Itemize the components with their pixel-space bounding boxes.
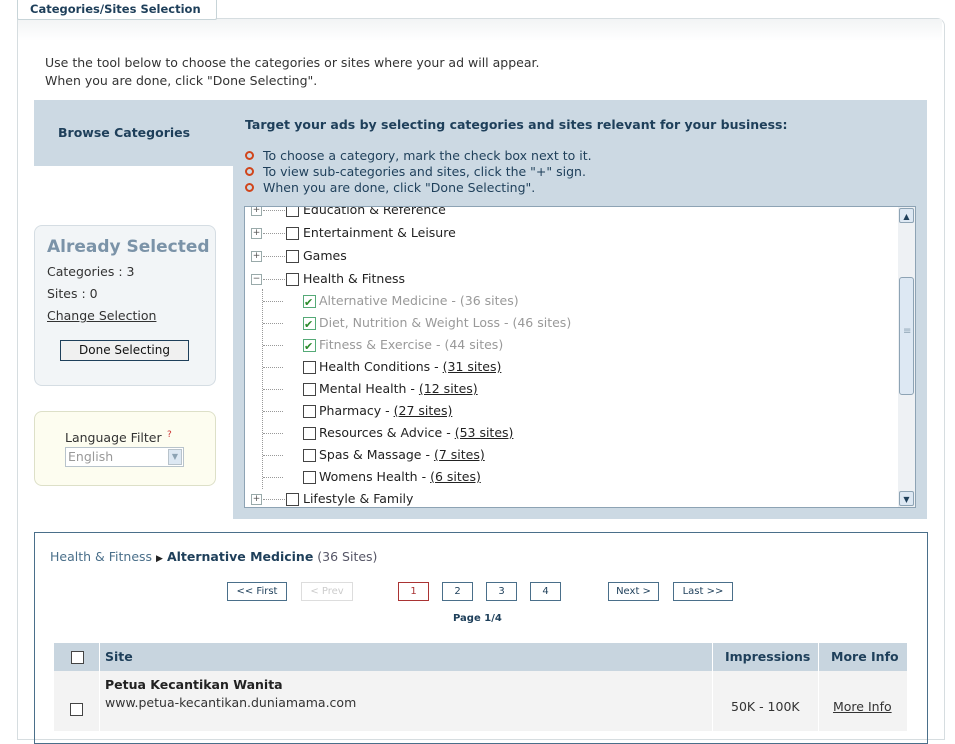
column-more-info: More Info (831, 649, 899, 664)
prev-page-button: < Prev (301, 582, 353, 601)
instruction-item: To view sub-categories and sites, click … (245, 164, 592, 180)
intro-line-2: When you are done, click "Done Selecting… (45, 73, 318, 88)
site-count-link[interactable]: (7 sites) (434, 447, 485, 462)
subcategory-checkbox[interactable] (303, 361, 316, 374)
instruction-list: To choose a category, mark the check box… (245, 148, 592, 196)
subcategory-label: Womens Health - (319, 469, 431, 484)
site-url: www.petua-kecantikan.duniamama.com (105, 695, 357, 710)
column-impressions: Impressions (725, 649, 811, 664)
scrollbar-thumb[interactable] (899, 277, 914, 395)
site-count-link[interactable]: (6 sites) (430, 469, 481, 484)
category-tree[interactable]: + Education & Reference + Entertainment … (244, 206, 900, 508)
subcategory-label: Mental Health - (319, 381, 419, 396)
selected-sites-count: Sites : 0 (47, 286, 98, 301)
subcategory-label: Spas & Massage - (319, 447, 434, 462)
subcategory-checkbox[interactable] (303, 449, 316, 462)
panel-header-fade (18, 19, 942, 41)
more-info-link[interactable]: More Info (833, 699, 892, 714)
plus-expander-icon[interactable]: + (251, 251, 262, 262)
last-page-button[interactable]: Last >> (673, 582, 733, 601)
target-title: Target your ads by selecting categories … (245, 117, 788, 132)
category-checkbox[interactable] (286, 273, 299, 286)
checked-checkbox[interactable] (303, 337, 316, 357)
subcategory-label: Alternative Medicine - (319, 293, 460, 308)
column-site: Site (105, 649, 133, 664)
category-label: Entertainment & Leisure (303, 225, 456, 240)
category-label: Health & Fitness (303, 271, 406, 286)
subcategory-label: Resources & Advice - (319, 425, 455, 440)
plus-expander-icon[interactable]: + (251, 494, 262, 505)
bullet-icon (245, 183, 254, 192)
subcategory-label: Fitness & Exercise - (319, 337, 445, 352)
subcategory-label: Pharmacy - (319, 403, 394, 418)
site-count-link[interactable]: (12 sites) (419, 381, 478, 396)
subcategory-label: Health Conditions - (319, 359, 443, 374)
site-count-link[interactable]: (53 sites) (455, 425, 514, 440)
subcategory-checkbox[interactable] (303, 405, 316, 418)
category-label: Education & Reference (303, 206, 446, 217)
page-4-button[interactable]: 4 (530, 582, 561, 601)
scroll-up-icon[interactable]: ▲ (899, 208, 914, 223)
category-checkbox[interactable] (286, 207, 299, 217)
category-checkbox[interactable] (286, 493, 299, 506)
chevron-down-icon[interactable]: ▼ (168, 449, 182, 465)
first-page-button[interactable]: << First (227, 582, 287, 601)
breadcrumb-parent[interactable]: Health & Fitness (50, 549, 152, 564)
site-name: Petua Kecantikan Wanita (105, 677, 283, 692)
category-label: Lifestyle & Family (303, 491, 414, 506)
page-3-button[interactable]: 3 (486, 582, 517, 601)
bullet-icon (245, 167, 254, 176)
subcategory-label: Diet, Nutrition & Weight Loss - (319, 315, 513, 330)
breadcrumb-count: (36 Sites) (313, 549, 378, 564)
intro-text: Use the tool below to choose the categor… (45, 54, 539, 90)
category-checkbox[interactable] (286, 227, 299, 240)
minus-expander-icon[interactable]: − (251, 274, 262, 285)
tree-scrollbar[interactable]: ▲ ▼ (898, 206, 916, 508)
site-count: (46 sites) (512, 315, 572, 330)
category-label: Games (303, 248, 347, 263)
checked-checkbox[interactable] (303, 293, 316, 313)
instruction-item: When you are done, click "Done Selecting… (245, 180, 592, 196)
subcategory-checkbox[interactable] (303, 383, 316, 396)
language-select[interactable]: English ▼ (65, 447, 184, 467)
impressions-value: 50K - 100K (731, 699, 800, 714)
subcategory-checkbox[interactable] (303, 427, 316, 440)
site-count-link[interactable]: (31 sites) (443, 359, 502, 374)
category-checkbox[interactable] (286, 250, 299, 263)
browse-categories-title: Browse Categories (58, 125, 191, 140)
page-2-button[interactable]: 2 (442, 582, 473, 601)
instruction-item: To choose a category, mark the check box… (245, 148, 592, 164)
done-selecting-button[interactable]: Done Selecting (60, 340, 189, 361)
change-selection-link[interactable]: Change Selection (47, 308, 156, 323)
site-count-link[interactable]: (27 sites) (394, 403, 453, 418)
arrow-right-icon: ▶ (156, 554, 163, 564)
help-icon[interactable]: ? (167, 430, 177, 440)
already-selected-title: Already Selected (47, 237, 210, 257)
breadcrumb-current: Alternative Medicine (166, 549, 314, 564)
selected-categories-count: Categories : 3 (47, 264, 135, 279)
next-page-button[interactable]: Next > (608, 582, 659, 601)
site-count: (36 sites) (459, 293, 519, 308)
scroll-down-icon[interactable]: ▼ (899, 491, 914, 506)
checked-checkbox[interactable] (303, 315, 316, 335)
plus-expander-icon[interactable]: + (251, 228, 262, 239)
page-1-button[interactable]: 1 (398, 582, 429, 601)
language-value: English (68, 449, 114, 464)
site-count: (44 sites) (444, 337, 504, 352)
intro-line-1: Use the tool below to choose the categor… (45, 55, 540, 70)
plus-expander-icon[interactable]: + (251, 207, 262, 216)
page-info: Page 1/4 (453, 613, 502, 624)
tab-categories-sites[interactable]: Categories/Sites Selection (17, 0, 217, 20)
row-checkbox[interactable] (70, 703, 83, 716)
bullet-icon (245, 151, 254, 160)
subcategory-checkbox[interactable] (303, 471, 316, 484)
breadcrumb: Health & Fitness ▶ Alternative Medicine … (50, 549, 377, 564)
select-all-checkbox[interactable] (71, 651, 84, 664)
language-filter-label: Language Filter (65, 430, 162, 445)
